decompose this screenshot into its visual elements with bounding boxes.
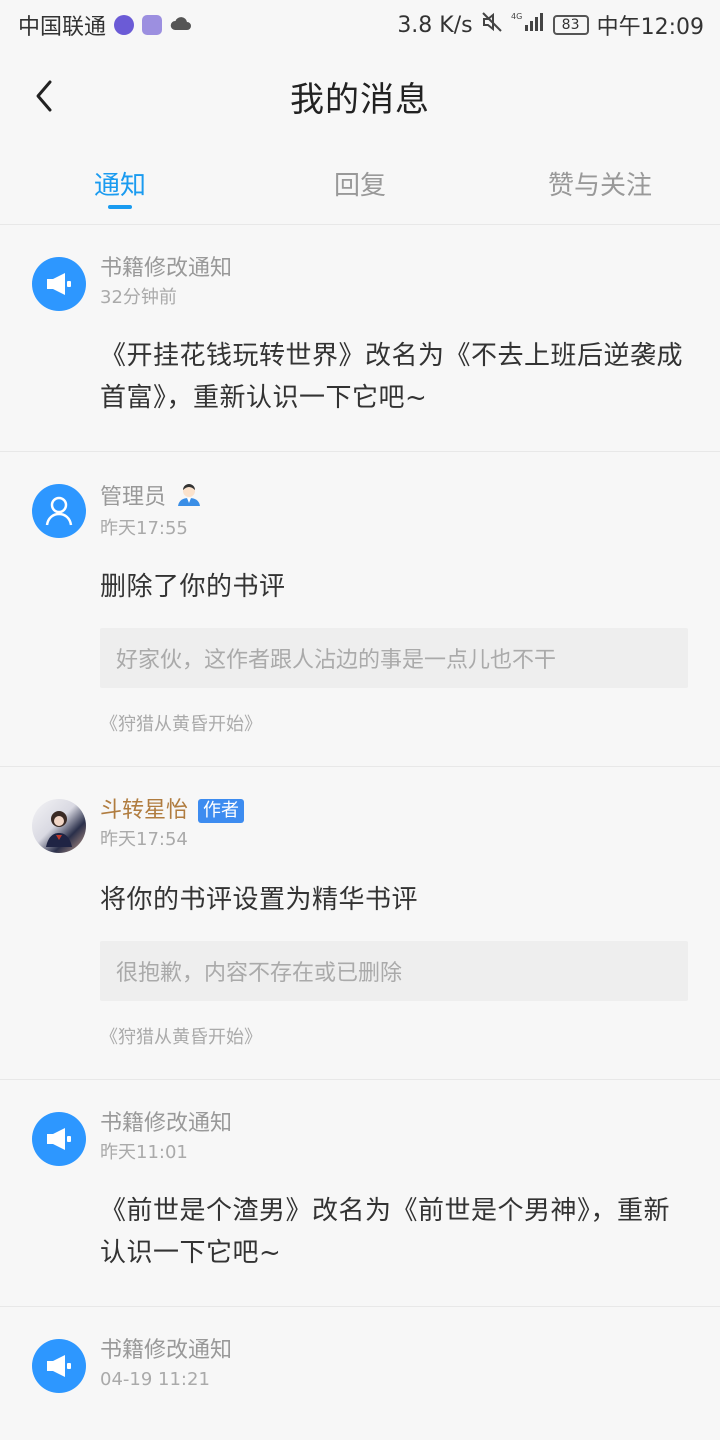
avatar[interactable] (32, 799, 86, 853)
message-time: 昨天17:55 (100, 518, 188, 539)
status-bar-right: 3.8 K/s 4G 83 中午12:09 (397, 9, 704, 41)
message-time: 昨天11:01 (100, 1142, 188, 1163)
list-item[interactable]: 书籍修改通知 昨天11:01 《前世是个渣男》改名为《前世是个男神》，重新认识一… (0, 1080, 720, 1307)
active-tab-indicator (108, 205, 132, 209)
clock: 中午12:09 (596, 15, 704, 40)
avatar (32, 484, 86, 538)
battery-icon: 83 (552, 15, 589, 35)
user-photo-icon (46, 811, 72, 847)
author-badge: 作者 (198, 799, 245, 823)
list-item[interactable]: 书籍修改通知 04-19 11:21 (0, 1307, 720, 1423)
avatar (32, 257, 86, 311)
admin-icon (176, 482, 202, 514)
status-bar-left: 中国联通 (18, 9, 192, 41)
message-time: 04-19 11:21 (100, 1369, 210, 1390)
mute-icon (481, 11, 503, 39)
megaphone-icon (47, 1128, 71, 1150)
header: 我的消息 (0, 50, 720, 142)
list-item[interactable]: 斗转星怡 作者 昨天17:54 将你的书评设置为精华书评 很抱歉，内容不存在或已… (0, 767, 720, 1080)
tab-replies[interactable]: 回复 (240, 142, 480, 224)
message-text: 《前世是个渣男》改名为《前世是个男神》，重新认识一下它吧~ (100, 1196, 671, 1268)
megaphone-icon (47, 1355, 71, 1377)
chevron-left-icon (36, 80, 52, 112)
message-text: 《开挂花钱玩转世界》改名为《不去上班后逆袭成首富》，重新认识一下它吧~ (100, 341, 684, 413)
tab-label: 回复 (333, 170, 386, 201)
tab-label: 赞与关注 (547, 170, 652, 201)
message-app-icon (142, 15, 163, 35)
carrier-name: 中国联通 (18, 15, 107, 40)
sender-name: 书籍修改通知 (100, 256, 233, 281)
quoted-review[interactable]: 好家伙，这作者跟人沾边的事是一点儿也不干 (100, 628, 688, 688)
cloud-icon (170, 13, 192, 38)
quoted-review[interactable]: 很抱歉，内容不存在或已删除 (100, 941, 688, 1001)
book-link[interactable]: 《狩猎从黄昏开始》 (100, 1023, 688, 1049)
message-time: 昨天17:54 (100, 829, 188, 850)
message-time: 32分钟前 (100, 287, 177, 308)
tab-label: 通知 (93, 170, 146, 201)
sender-name: 书籍修改通知 (100, 1111, 233, 1136)
book-link[interactable]: 《狩猎从黄昏开始》 (100, 710, 688, 736)
network-speed: 3.8 K/s (397, 12, 473, 38)
megaphone-icon (47, 273, 71, 295)
tab-likes-follows[interactable]: 赞与关注 (480, 142, 720, 224)
network-type: 4G (511, 12, 522, 21)
sender-name[interactable]: 斗转星怡 (100, 797, 188, 825)
avatar (32, 1112, 86, 1166)
signal-icon: 4G (511, 11, 545, 39)
app-notification-icon (114, 15, 135, 35)
user-icon (45, 496, 73, 526)
message-text: 将你的书评设置为精华书评 (100, 885, 419, 915)
sender-name: 书籍修改通知 (100, 1338, 233, 1363)
status-bar: 中国联通 3.8 K/s 4G 83 中午12:09 (0, 0, 720, 50)
battery-level: 83 (561, 17, 580, 33)
list-item[interactable]: 管理员 昨天17:55 删除了你的书评 好家伙，这作者跟人沾边的事是一点儿也不干… (0, 452, 720, 767)
message-text: 删除了你的书评 (100, 572, 286, 602)
tab-notifications[interactable]: 通知 (0, 142, 240, 224)
sender-name: 管理员 (100, 485, 167, 510)
back-button[interactable] (24, 72, 64, 120)
list-item[interactable]: 书籍修改通知 32分钟前 《开挂花钱玩转世界》改名为《不去上班后逆袭成首富》，重… (0, 225, 720, 452)
tab-bar: 通知 回复 赞与关注 (0, 142, 720, 225)
page-title: 我的消息 (290, 79, 430, 120)
avatar (32, 1339, 86, 1393)
